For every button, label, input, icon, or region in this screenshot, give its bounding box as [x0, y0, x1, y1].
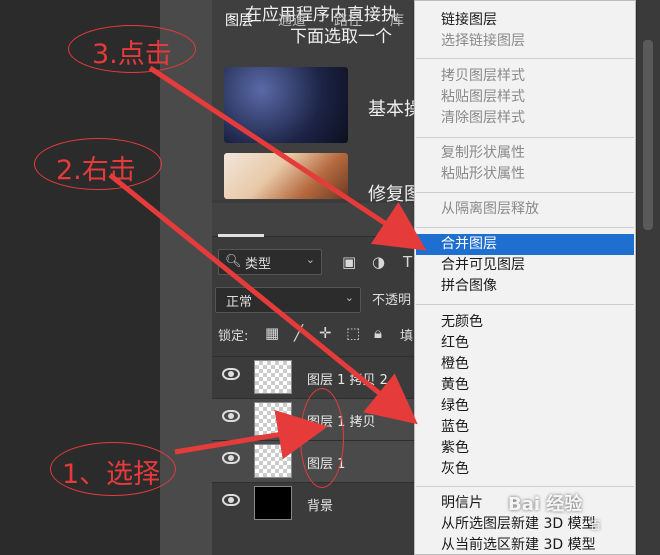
watermark-logo: Bai 经验 [508, 494, 583, 515]
arrow-step1 [174, 409, 328, 460]
watermark-sub: 百 [590, 519, 601, 532]
annotation-arrows [108, 65, 427, 460]
arrow-step3 [148, 65, 427, 251]
